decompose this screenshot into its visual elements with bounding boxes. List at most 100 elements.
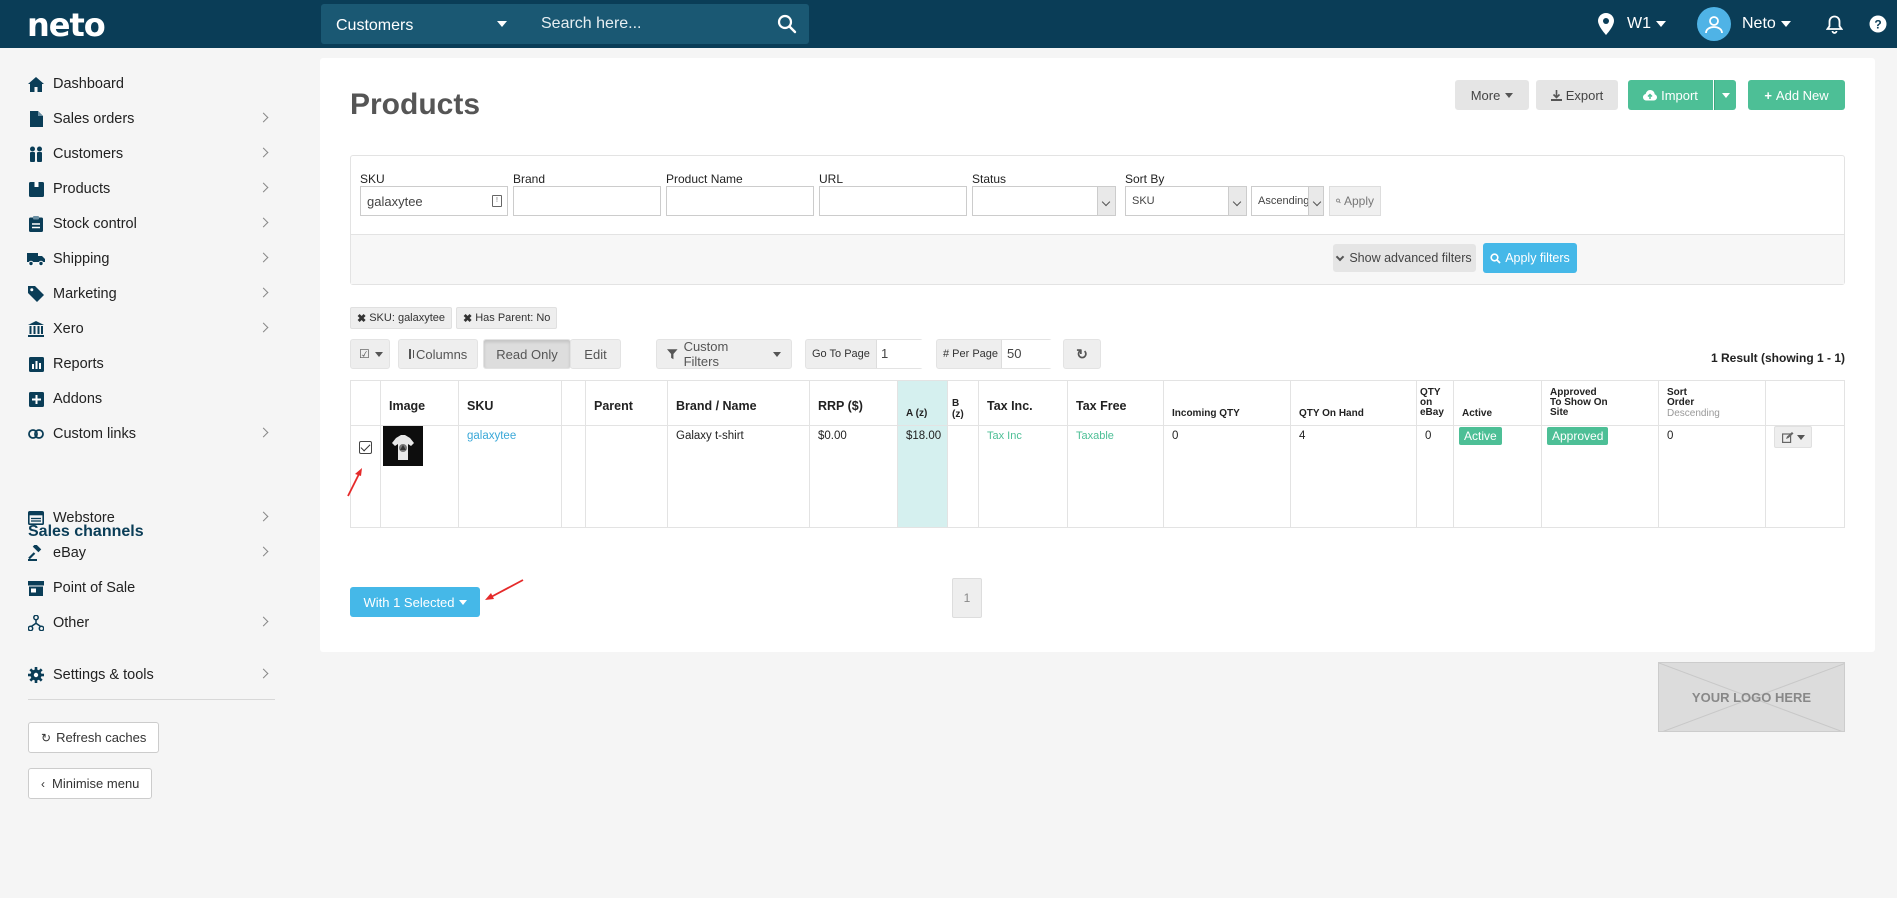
- sort-direction-select[interactable]: Ascending: [1251, 186, 1324, 216]
- chevron-down-icon: [1780, 21, 1791, 27]
- row-approved-badge[interactable]: Approved: [1547, 427, 1609, 445]
- tshirt-image: [383, 426, 423, 466]
- sidebar-item-addons[interactable]: Addons: [27, 387, 275, 411]
- row-qty-on-ebay: 0: [1425, 430, 1432, 442]
- chevron-right-icon: [258, 546, 269, 557]
- sidebar-item-xero[interactable]: Xero: [27, 317, 275, 341]
- annotation-arrow-icon: [485, 579, 524, 600]
- export-button[interactable]: Export: [1536, 80, 1618, 110]
- more-button[interactable]: More: [1455, 80, 1529, 110]
- show-advanced-filters-button[interactable]: Show advanced filters: [1333, 244, 1476, 272]
- bulk-select-dropdown[interactable]: ☑: [350, 339, 390, 369]
- neto-logo[interactable]: neto: [27, 6, 106, 44]
- chevron-left-icon: ‹: [41, 776, 45, 791]
- row-edit-dropdown[interactable]: [1774, 426, 1812, 448]
- results-count: 1 Result (showing 1 - 1): [1710, 351, 1845, 365]
- filter-chip-sku[interactable]: ✖ SKU: galaxytee: [350, 307, 453, 329]
- sidebar-item-custom-links[interactable]: Custom links: [27, 422, 275, 446]
- status-filter-select[interactable]: [972, 186, 1116, 216]
- url-label: URL: [819, 172, 844, 186]
- sidebar-item-settings-tools[interactable]: Settings & tools: [27, 663, 275, 687]
- pagination-page[interactable]: 1: [952, 578, 982, 618]
- sidebar-item-customers[interactable]: Customers: [27, 142, 275, 166]
- row-sku-link[interactable]: galaxytee: [467, 430, 516, 442]
- chevron-down-icon: [1656, 21, 1666, 27]
- user-menu[interactable]: Neto: [1697, 0, 1791, 48]
- header-qty-on-ebay[interactable]: QTY on eBay: [1420, 388, 1448, 418]
- plus-square-icon: [27, 390, 45, 408]
- header-tax-free[interactable]: Tax Free: [1076, 400, 1127, 413]
- product-thumbnail[interactable]: [383, 426, 423, 466]
- header-approved[interactable]: Approved To Show On Site: [1550, 388, 1610, 418]
- row-checkbox[interactable]: [359, 441, 372, 454]
- header-brand-name[interactable]: Brand / Name: [676, 400, 757, 413]
- minimise-menu-button[interactable]: ‹ Minimise menu: [28, 768, 153, 799]
- sort-by-select[interactable]: SKU: [1125, 186, 1247, 216]
- sku-filter-input[interactable]: galaxytee !: [360, 186, 508, 216]
- header-incoming-qty[interactable]: Incoming QTY: [1172, 408, 1240, 419]
- search-category-select[interactable]: Customers: [321, 4, 521, 44]
- import-dropdown-button[interactable]: [1714, 80, 1736, 110]
- header-parent[interactable]: Parent: [594, 400, 633, 413]
- refresh-table-button[interactable]: ↻: [1063, 339, 1101, 369]
- chevron-right-icon: [258, 182, 269, 193]
- import-button[interactable]: Import: [1628, 80, 1713, 110]
- search-input[interactable]: [521, 4, 809, 44]
- sidebar-item-sales-orders[interactable]: Sales orders: [27, 107, 275, 131]
- product-name-filter-input[interactable]: [666, 186, 814, 216]
- go-to-page-input[interactable]: 1: [876, 340, 923, 368]
- plus-icon: +: [1764, 87, 1772, 103]
- gavel-icon: [27, 544, 45, 562]
- sidebar-item-shipping[interactable]: Shipping: [27, 247, 275, 271]
- per-page-input[interactable]: 50: [1001, 340, 1052, 368]
- filter-chip-has-parent[interactable]: ✖ Has Parent: No: [456, 307, 558, 329]
- refresh-caches-button[interactable]: ↻ Refresh caches: [28, 722, 160, 753]
- sidebar-item-stock-control[interactable]: Stock control: [27, 212, 275, 236]
- sidebar-item-other[interactable]: Other: [27, 611, 275, 635]
- sidebar-item-webstore[interactable]: Webstore: [27, 506, 275, 530]
- sidebar-item-ebay[interactable]: eBay: [27, 541, 275, 565]
- apply-filters-button[interactable]: Apply filters: [1483, 243, 1577, 273]
- location-selector[interactable]: W1: [1598, 0, 1666, 48]
- row-tax-free[interactable]: Taxable: [1076, 430, 1114, 442]
- sidebar-item-reports[interactable]: Reports: [27, 352, 275, 376]
- document-icon: [27, 110, 45, 128]
- chevron-right-icon: [258, 616, 269, 627]
- brand-filter-input[interactable]: [513, 186, 661, 216]
- close-icon[interactable]: ✖: [463, 312, 472, 325]
- with-selected-button[interactable]: With 1 Selected: [350, 587, 480, 617]
- header-price-a[interactable]: A (z): [906, 408, 927, 419]
- sidebar-item-dashboard[interactable]: Dashboard: [27, 72, 275, 96]
- header-active[interactable]: Active: [1462, 408, 1492, 419]
- url-filter-input[interactable]: [819, 186, 967, 216]
- close-icon[interactable]: ✖: [357, 312, 366, 325]
- edit-toggle[interactable]: Edit: [570, 339, 621, 369]
- header-rrp[interactable]: RRP ($): [818, 400, 863, 413]
- apply-sort-button[interactable]: Apply: [1329, 186, 1381, 216]
- header-sort-order[interactable]: Sort Order: [1667, 388, 1707, 408]
- bank-icon: [27, 320, 45, 338]
- row-tax-inc[interactable]: Tax Inc: [987, 430, 1022, 442]
- header-tax-inc[interactable]: Tax Inc.: [987, 400, 1033, 413]
- custom-filters-dropdown[interactable]: Custom Filters: [656, 339, 792, 369]
- sidebar-item-marketing[interactable]: Marketing: [27, 282, 275, 306]
- add-new-button[interactable]: + Add New: [1748, 80, 1845, 110]
- header-qty-on-hand[interactable]: QTY On Hand: [1299, 408, 1364, 419]
- search-icon[interactable]: [777, 14, 797, 34]
- status-label: Status: [972, 172, 1007, 186]
- row-active-badge[interactable]: Active: [1459, 427, 1502, 445]
- users-icon: [27, 145, 45, 163]
- chevron-down-icon: [458, 599, 467, 605]
- sidebar-item-point-of-sale[interactable]: Point of Sale: [27, 576, 275, 600]
- notifications-button[interactable]: [1826, 0, 1843, 48]
- header-price-b[interactable]: B (z): [952, 398, 968, 420]
- sort-by-label: Sort By: [1125, 172, 1165, 186]
- sidebar-item-products[interactable]: Products: [27, 177, 275, 201]
- product-name-label: Product Name: [666, 172, 743, 186]
- header-sku[interactable]: SKU: [467, 400, 493, 413]
- read-only-toggle[interactable]: Read Only: [483, 339, 571, 369]
- columns-button[interactable]: Columns: [398, 339, 478, 369]
- contact-card-icon[interactable]: !: [492, 195, 502, 207]
- help-button[interactable]: ?: [1869, 0, 1887, 48]
- row-qty-on-hand: 4: [1299, 430, 1306, 442]
